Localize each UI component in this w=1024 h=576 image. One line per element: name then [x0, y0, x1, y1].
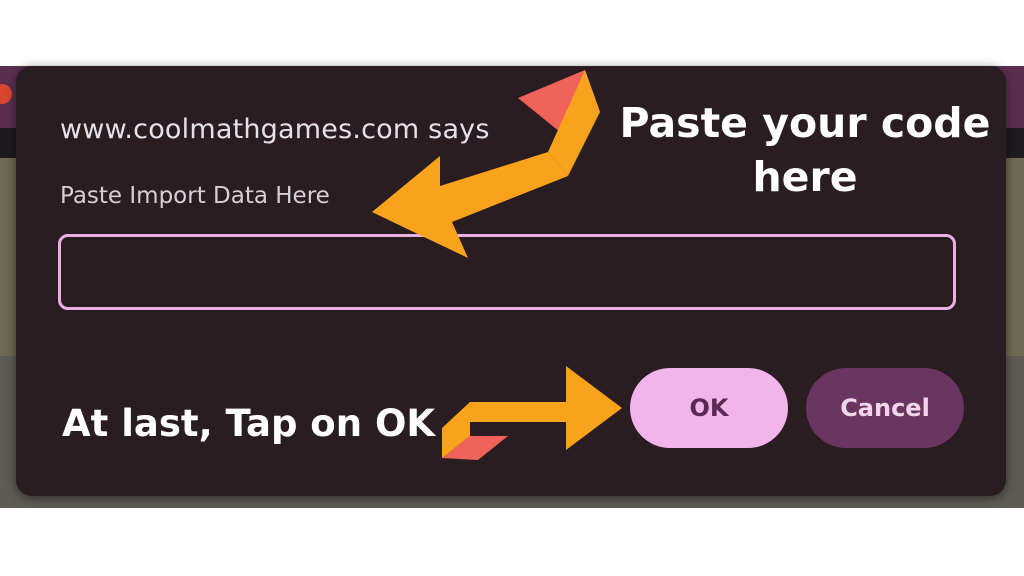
import-data-input[interactable]	[58, 234, 956, 310]
ok-button[interactable]: OK	[630, 368, 788, 448]
dialog-message: Paste Import Data Here	[60, 183, 330, 209]
ok-hint-annotation: At last, Tap on OK	[62, 402, 436, 445]
paste-hint-annotation: Paste your code here	[619, 99, 991, 201]
cancel-button[interactable]: Cancel	[806, 368, 964, 448]
dialog-title: www.coolmathgames.com says	[60, 114, 490, 145]
